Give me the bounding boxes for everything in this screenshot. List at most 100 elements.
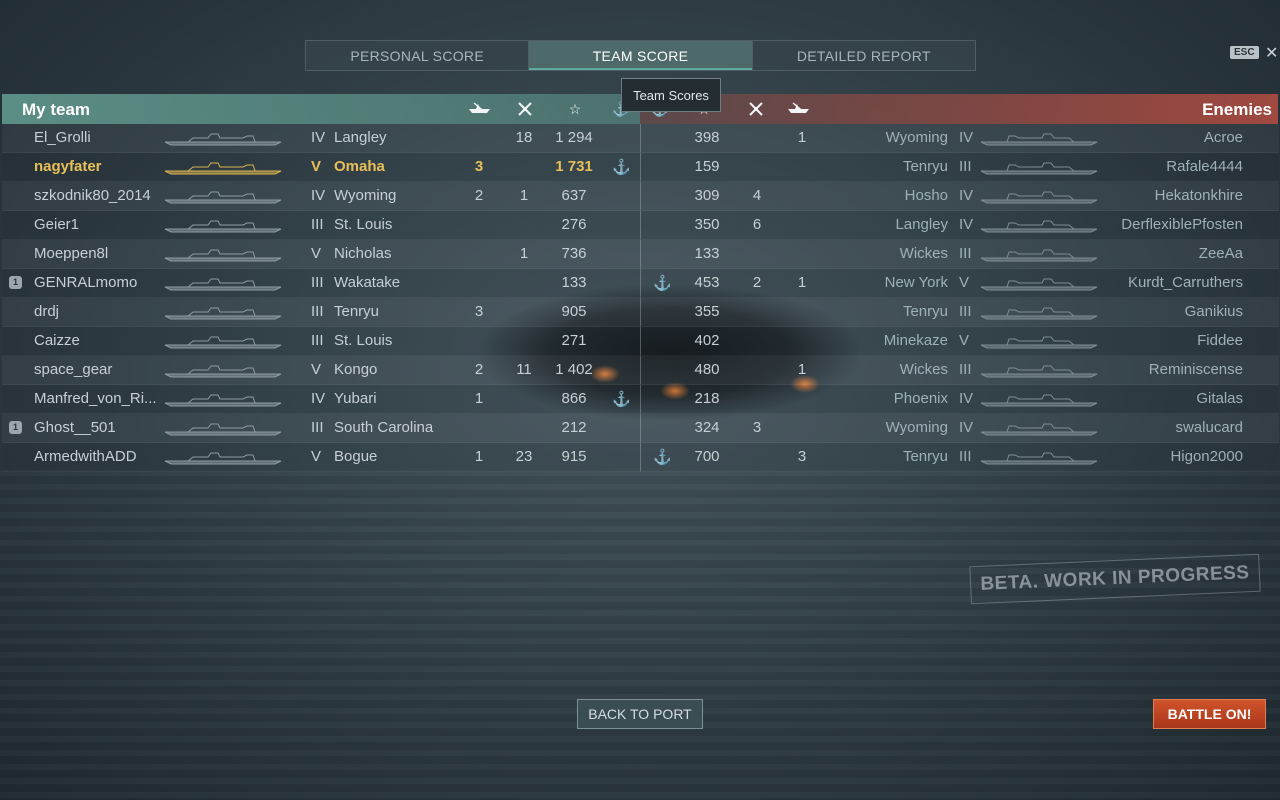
base-xp-score: 309 [694,187,720,204]
base-xp-score: 212 [561,419,587,436]
tab-team-score[interactable]: TEAM SCORE [529,41,753,70]
base-xp-score: 159 [694,158,720,175]
planes-destroyed-count: 6 [752,216,762,233]
player-name: Rafale4444 [1166,158,1243,175]
my-team-player-row[interactable]: Geier1 III St. Louis 276 [2,211,640,240]
table-row: El_Grolli IV Langley 18 1 294 398 1 Wyoming IV Ac… [2,124,1279,153]
anchor-icon: ⚓ [612,391,631,408]
ship-tier: III [959,303,972,320]
table-row: Caizze III St. Louis 271 402 Minekaze V Fiddee [2,327,1279,356]
score-tabs: PERSONAL SCORE TEAM SCORE DETAILED REPOR… [305,40,976,71]
my-team-player-row[interactable]: szkodnik80_2014 IV Wyoming 2 1 637 [2,182,640,211]
ship-name: Bogue [334,448,378,465]
ship-name: Wyoming [334,187,397,204]
planes-destroyed-count: 4 [752,187,762,204]
ship-tier: III [311,274,324,291]
player-name: Manfred_von_Ri... [34,390,157,407]
ship-name: Omaha [334,158,385,175]
tab-personal-score[interactable]: PERSONAL SCORE [306,41,530,70]
base-xp-score: 453 [694,274,720,291]
base-xp-score: 133 [694,245,720,262]
close-icon[interactable]: ✕ [1265,43,1278,63]
base-xp-score: 700 [694,448,720,465]
my-team-player-row[interactable]: drdj III Tenryu 3 905 [2,298,640,327]
base-xp-score: 1 294 [555,129,593,146]
ship-name: Wyoming [885,129,948,146]
table-row: Moeppen8l V Nicholas 1 736 133 Wickes III ZeeAa [2,240,1279,269]
enemy-player-row[interactable]: 218 Phoenix IV Gitalas [640,385,1279,414]
ships-destroyed-count: 1 [474,390,484,407]
enemy-player-row[interactable]: 350 6 Langley IV DerflexiblePfosten [640,211,1279,240]
tooltip: Team Scores [621,78,721,112]
star-icon: ☆ [568,101,582,117]
tab-detailed-report[interactable]: DETAILED REPORT [753,41,975,70]
ship-name: Phoenix [893,390,948,407]
ship-name: Wickes [899,245,948,262]
ship-tier: III [311,303,324,320]
player-name: El_Grolli [34,129,91,146]
base-xp-score: 398 [694,129,720,146]
table-row: szkodnik80_2014 IV Wyoming 2 1 637 309 4 Hosho IV… [2,182,1279,211]
my-team-player-row[interactable]: space_gear V Kongo 2 11 1 402 [2,356,640,385]
beta-watermark: BETA. WORK IN PROGRESS [969,553,1261,605]
player-name: Moeppen8l [34,245,109,262]
enemy-player-row[interactable]: 355 Tenryu III Ganikius [640,298,1279,327]
enemy-player-row[interactable]: 309 4 Hosho IV Hekatonkhire [640,182,1279,211]
base-xp-score: 350 [694,216,720,233]
my-team-player-row[interactable]: 1 GENRALmomo III Wakatake 133 [2,269,640,298]
player-name: Ghost__501 [34,419,116,436]
enemy-player-row[interactable]: 398 1 Wyoming IV Acroe [640,124,1279,153]
player-name: szkodnik80_2014 [34,187,151,204]
player-name: Reminiscense [1148,361,1243,378]
ship-tier: V [959,332,970,349]
ship-tier: IV [311,187,326,204]
enemy-player-row[interactable]: 402 Minekaze V Fiddee [640,327,1279,356]
ships-destroyed-count: 2 [474,361,484,378]
base-xp-score: 480 [694,361,720,378]
battle-on-button[interactable]: BATTLE ON! [1153,699,1266,729]
anchor-icon: ⚓ [653,275,672,292]
base-xp-score: 133 [561,274,587,291]
enemy-player-row[interactable]: 480 1 Wickes III Reminiscense [640,356,1279,385]
player-name: ZeeAa [1198,245,1243,262]
enemy-player-row[interactable]: 133 Wickes III ZeeAa [640,240,1279,269]
ship-tier: III [311,419,324,436]
enemy-player-row[interactable]: 324 3 Wyoming IV swalucard [640,414,1279,443]
table-row: Manfred_von_Ri... IV Yubari 1 866 ⚓ 218 Phoenix… [2,385,1279,414]
my-team-player-row[interactable]: Caizze III St. Louis 271 [2,327,640,356]
ship-name: Nicholas [334,245,392,262]
base-xp-score: 355 [694,303,720,320]
enemy-player-row[interactable]: 159 Tenryu III Rafale4444 [640,153,1279,182]
my-team-player-row[interactable]: ArmedwithADD V Bogue 1 23 915 [2,443,640,472]
table-row: space_gear V Kongo 2 11 1 402 480 1 Wickes III Rem… [2,356,1279,385]
player-name: swalucard [1175,419,1243,436]
ship-name: Wickes [899,361,948,378]
my-team-player-row[interactable]: Manfred_von_Ri... IV Yubari 1 866 ⚓ [2,385,640,414]
back-to-port-button[interactable]: BACK TO PORT [577,699,703,729]
player-name: Higon2000 [1170,448,1243,465]
player-name: Gitalas [1196,390,1243,407]
ship-tier: III [959,245,972,262]
ships-destroyed-count: 1 [797,361,807,378]
my-team-player-row[interactable]: El_Grolli IV Langley 18 1 294 [2,124,640,153]
my-team-player-row[interactable]: Moeppen8l V Nicholas 1 736 [2,240,640,269]
ship-tier: III [311,216,324,233]
ship-name: Kongo [334,361,378,378]
enemy-player-row[interactable]: ⚓ 700 3 Tenryu III Higon2000 [640,443,1279,472]
enemy-player-row[interactable]: ⚓ 453 2 1 New York V Kurdt_Carruthers [640,269,1279,298]
player-rows: El_Grolli IV Langley 18 1 294 398 1 Wyoming IV Ac… [2,124,1279,472]
planes-destroyed-count: 3 [752,419,762,436]
base-xp-score: 1 402 [555,361,593,378]
table-row: 1 Ghost__501 III South Carolina 212 324 3 Wyomi… [2,414,1279,443]
my-team-player-row[interactable]: 1 Ghost__501 III South Carolina 212 [2,414,640,443]
ship-tier: III [959,361,972,378]
base-xp-score: 1 731 [555,158,593,175]
base-xp-score: 915 [561,448,587,465]
table-row: drdj III Tenryu 3 905 355 Tenryu III Ganikius [2,298,1279,327]
ship-name: New York [884,274,948,291]
base-xp-score: 905 [561,303,587,320]
planes-destroyed-count: 1 [519,187,529,204]
ship-tier: III [959,158,972,175]
player-name: Ganikius [1184,303,1243,320]
my-team-player-row[interactable]: nagyfater V Omaha 3 1 731 ⚓ [2,153,640,182]
